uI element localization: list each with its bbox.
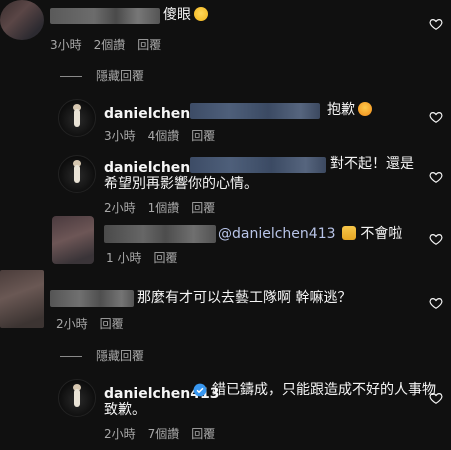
timestamp: 2小時 [104, 201, 136, 215]
hide-replies-toggle[interactable]: 隱藏回覆 [60, 67, 144, 84]
ok-hand-emoji-icon [341, 226, 356, 240]
username-blurred[interactable] [104, 225, 216, 243]
verified-badge-icon [193, 383, 207, 397]
comment-text-line2: 希望別再影響你的心情。 [104, 176, 258, 192]
comment-text: 傻眼 [163, 7, 191, 23]
reply-button[interactable]: 回覆 [137, 38, 161, 52]
like-count[interactable]: 1個讚 [148, 201, 180, 215]
heart-outline-icon[interactable] [429, 110, 443, 124]
reply-button[interactable]: 回覆 [191, 129, 215, 143]
heart-outline-icon[interactable] [429, 296, 443, 310]
comment-text: 不會啦 [360, 226, 403, 242]
heart-outline-icon[interactable] [429, 170, 443, 184]
reply-button[interactable]: 回覆 [153, 251, 177, 265]
hide-replies-toggle[interactable]: 隱藏回覆 [60, 347, 144, 364]
like-count[interactable]: 7個讚 [148, 427, 180, 441]
like-count[interactable]: 4個讚 [148, 129, 180, 143]
avatar-blurred[interactable] [0, 0, 44, 40]
reply-button[interactable]: 回覆 [191, 427, 215, 441]
heart-outline-icon[interactable] [429, 391, 443, 405]
avatar[interactable] [58, 155, 96, 193]
reply-button[interactable]: 回覆 [191, 201, 215, 215]
heart-outline-icon[interactable] [429, 17, 443, 31]
comment-meta: 3小時 2個讚 回覆 [50, 36, 173, 53]
username-blurred[interactable] [50, 290, 134, 307]
timestamp: 3小時 [50, 38, 82, 52]
flushed-face-emoji-icon [194, 7, 208, 21]
mention-blurred [190, 157, 326, 173]
comment-meta: 3小時 4個讚 回覆 [104, 127, 227, 144]
comment-text: 抱歉 [327, 102, 355, 118]
divider-line [60, 76, 82, 77]
divider-line [60, 356, 82, 357]
heart-outline-icon[interactable] [429, 232, 443, 246]
sad-face-emoji-icon [358, 102, 372, 116]
comment-text-line2: 致歉。 [104, 402, 146, 418]
hide-replies-label: 隱藏回覆 [96, 69, 145, 83]
comment-meta: 1 小時 回覆 [106, 249, 189, 266]
comment-meta: 2小時 7個讚 回覆 [104, 425, 227, 442]
timestamp: 1 小時 [106, 251, 142, 265]
timestamp: 3小時 [104, 129, 136, 143]
avatar-blurred[interactable] [0, 270, 44, 328]
comment-meta: 2小時 回覆 [56, 315, 136, 332]
avatar[interactable] [58, 379, 96, 417]
timestamp: 2小時 [56, 317, 88, 331]
mention-link[interactable]: @danielchen413 [218, 226, 336, 242]
like-count[interactable]: 2個讚 [94, 38, 126, 52]
hide-replies-label: 隱藏回覆 [96, 349, 145, 363]
comment-meta: 2小時 1個讚 回覆 [104, 199, 227, 216]
reply-button[interactable]: 回覆 [100, 317, 124, 331]
avatar[interactable] [58, 99, 96, 137]
mention-blurred [190, 103, 320, 119]
comment-text: 錯已鑄成，只能跟造成不好的人事物 [212, 382, 436, 398]
username-blurred[interactable] [50, 8, 160, 24]
comment-text: 對不起！還是 [330, 156, 414, 172]
comment-text: 那麼有才可以去藝工隊啊 幹嘛逃？ [137, 290, 352, 306]
timestamp: 2小時 [104, 427, 136, 441]
avatar-blurred[interactable] [52, 216, 94, 264]
